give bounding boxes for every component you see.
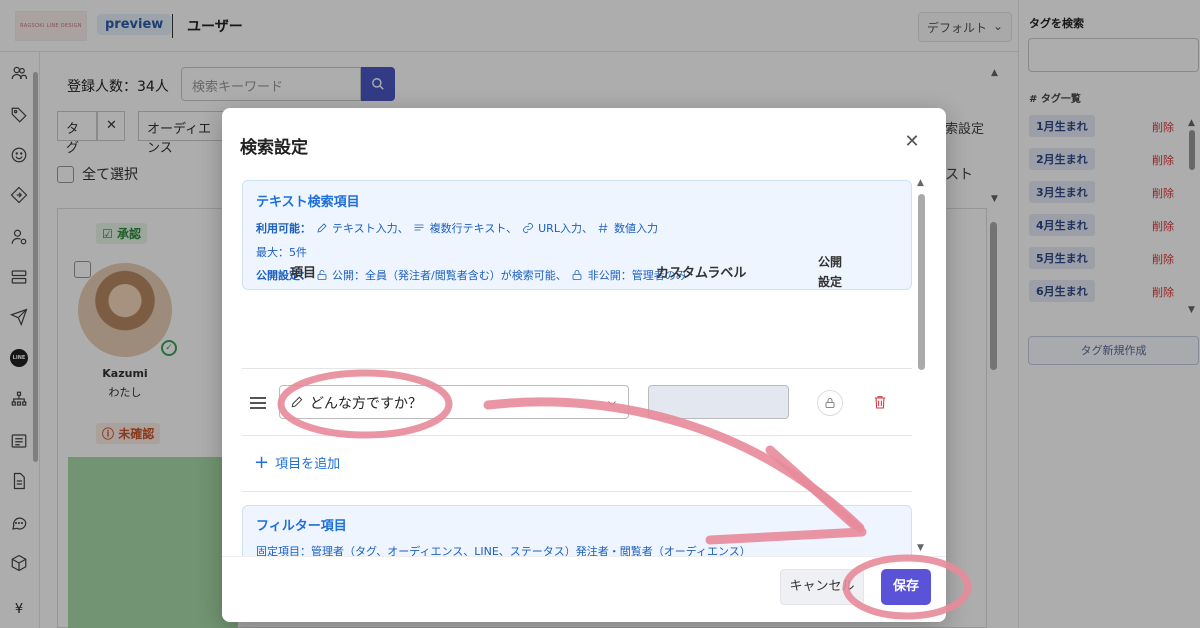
drag-handle-icon[interactable] [250, 397, 266, 409]
available-types-line: 利用可能： テキスト入力、 複数行テキスト、 URL入力、 数値入力 [256, 222, 658, 235]
column-header-public: 公開 設定 [814, 252, 846, 292]
item-select[interactable]: どんな方ですか？ [279, 385, 629, 419]
delete-row-button[interactable] [870, 392, 890, 412]
save-button[interactable]: 保存 [881, 569, 931, 605]
modal-scroll-down-arrow[interactable]: ▼ [917, 543, 924, 553]
column-header-public-line1: 公開 [817, 255, 842, 269]
add-item-label: 項目を追加 [275, 457, 341, 472]
pencil-icon [315, 222, 328, 235]
hash-icon [597, 222, 610, 235]
pencil-icon [290, 395, 304, 409]
link-icon [521, 222, 534, 235]
modal-title: 検索設定 [240, 138, 308, 158]
max-items-line: 最大：5件 [256, 246, 307, 259]
search-settings-modal: 検索設定 ✕ テキスト検索項目 利用可能： テキスト入力、 複数行テキスト、 U… [222, 108, 946, 622]
lock-icon [571, 269, 584, 282]
column-header-custom-label: カスタムラベル [656, 266, 747, 281]
row-divider [242, 435, 912, 436]
modal-footer: キャンセル 保存 [222, 556, 946, 622]
text-search-title: テキスト検索項目 [256, 195, 360, 210]
custom-label-input[interactable] [648, 385, 789, 419]
trash-icon [874, 396, 886, 409]
unlock-icon [315, 269, 328, 282]
filter-section-title: フィルター項目 [256, 519, 347, 534]
lock-icon [825, 398, 835, 408]
add-item-button[interactable]: + 項目を追加 [254, 453, 340, 472]
row-divider [242, 491, 912, 492]
text-search-info-box: テキスト検索項目 利用可能： テキスト入力、 複数行テキスト、 URL入力、 数… [242, 180, 912, 290]
row-divider [242, 368, 912, 369]
public-toggle-button[interactable] [817, 390, 843, 416]
multiline-text-icon [413, 222, 426, 235]
close-icon[interactable]: ✕ [902, 132, 922, 152]
item-select-value: どんな方ですか？ [310, 396, 422, 412]
plus-icon: + [254, 451, 270, 473]
modal-scrollbar[interactable] [918, 194, 925, 370]
public-setting-line: 公開設定： 公開：全員（発注者/閲覧者含む）が検索可能、 非公開：管理者のみ [256, 269, 687, 282]
cancel-button[interactable]: キャンセル [780, 569, 864, 605]
column-header-public-line2: 設定 [817, 275, 842, 289]
chevron-down-icon [606, 397, 618, 409]
modal-scroll-up-arrow[interactable]: ▲ [917, 178, 924, 188]
column-header-item: 項目 [290, 266, 317, 281]
